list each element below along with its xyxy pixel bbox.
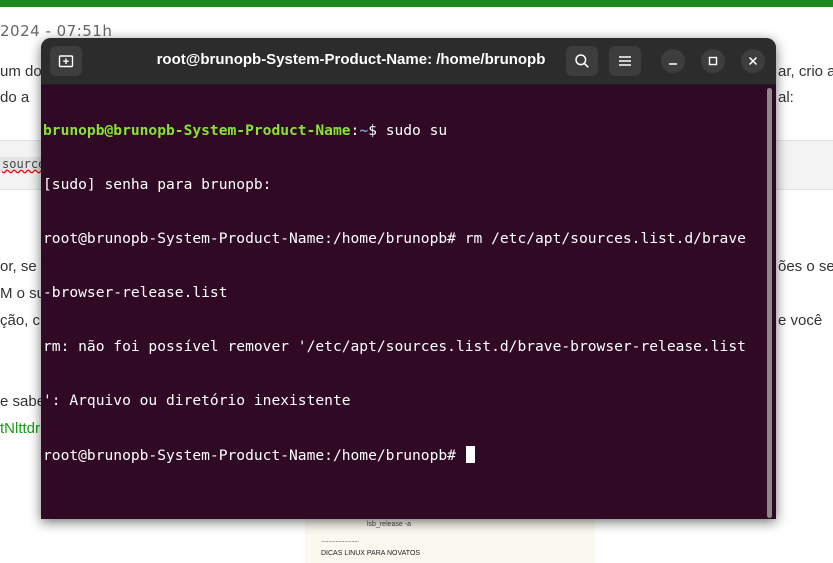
close-icon [748,56,758,66]
terminal-line-5: rm: não foi possível remover '/etc/apt/s… [43,338,746,355]
hamburger-menu-icon [619,56,631,66]
bg-para-left-3: ção, c [0,312,41,329]
maximize-icon [708,56,718,66]
maximize-button[interactable] [701,49,725,73]
terminal-line-6: ': Arquivo ou diretório inexistente [43,392,351,409]
prompt-symbol: $ [368,122,386,139]
prompt-path: ~ [359,122,369,139]
minimize-icon [669,63,677,65]
terminal-line-2: [sudo] senha para brunopb: [43,176,272,193]
bg-text-left-2: do a [0,89,30,106]
page-top-bar [0,0,833,7]
terminal-line-4: -browser-release.list [43,284,228,301]
minimize-button[interactable] [661,49,685,73]
close-button[interactable] [741,49,765,73]
prompt-user: brunopb@brunopb-System-Product-Name [43,122,351,139]
terminal-scrollbar[interactable] [767,88,772,518]
new-tab-button[interactable] [50,46,82,76]
terminal-line-3: root@brunopb-System-Product-Name:/home/b… [43,230,746,247]
new-tab-icon [58,55,74,68]
doc-line-1: lsb_release -a [367,521,411,528]
terminal-output[interactable]: brunopb@brunopb-System-Product-Name:~$ s… [43,86,765,500]
prompt-separator: : [350,122,360,139]
bg-para-right-2: e você [778,312,823,329]
terminal-window: root@brunopb-System-Product-Name: /home/… [41,38,776,519]
terminal-titlebar[interactable]: root@brunopb-System-Product-Name: /home/… [41,38,776,85]
window-title: root@brunopb-System-Product-Name: /home/… [156,51,546,68]
bg-line-sabe: e sabe [0,393,46,410]
search-icon [575,54,589,68]
bg-text-right-2: al: [778,89,794,106]
command-text: sudo su [385,122,448,139]
bg-link[interactable]: tNlttdr [0,420,40,437]
bg-text-right-1: ar, crio a [778,63,833,80]
doc-line-3: DICAS LINUX PARA NOVATOS [321,550,421,557]
menu-button[interactable] [609,46,641,76]
bg-para-right-1: ões o se [778,258,833,275]
embedded-document-image: lsb_release -a .........................… [305,519,595,563]
root-prompt: root@brunopb-System-Product-Name:/home/b… [43,447,465,464]
text-cursor [465,446,475,463]
bg-para-left-2: M o su [0,285,46,302]
search-button[interactable] [566,46,598,76]
terminal-line-1: brunopb@brunopb-System-Product-Name:~$ s… [43,122,765,140]
terminal-line-7: root@brunopb-System-Product-Name:/home/b… [43,446,765,464]
doc-line-2: .......................... [321,537,359,544]
